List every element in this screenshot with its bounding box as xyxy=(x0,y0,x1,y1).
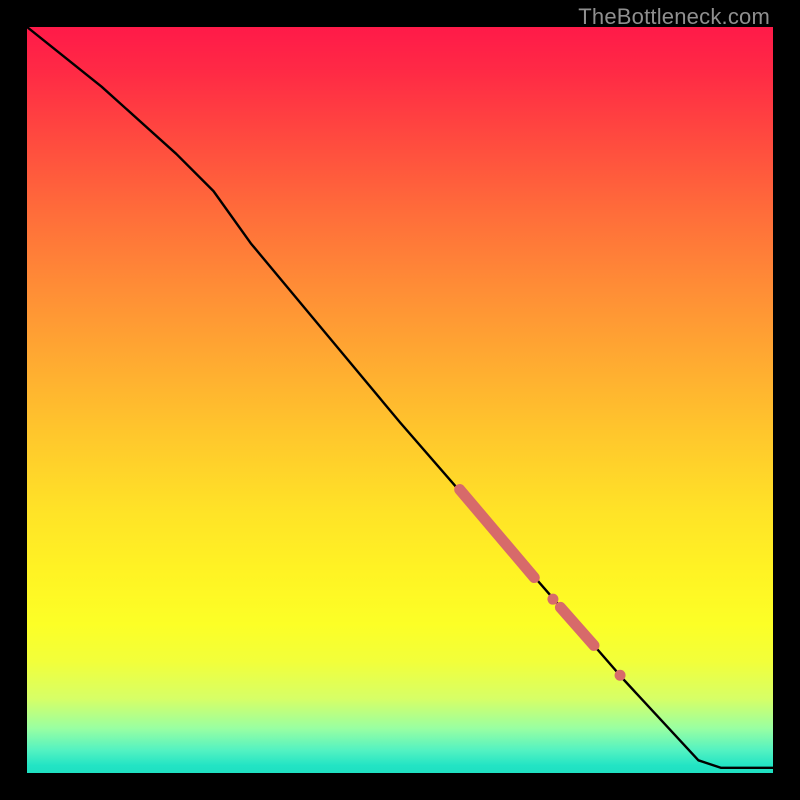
thick-segment-2 xyxy=(560,607,594,645)
curve-line xyxy=(27,27,773,768)
chart-stage: TheBottleneck.com xyxy=(0,0,800,800)
dot-2 xyxy=(615,670,626,681)
plot-area xyxy=(27,27,773,773)
plot-svg xyxy=(27,27,773,773)
dot-1 xyxy=(547,594,558,605)
thick-segment-1 xyxy=(460,490,535,578)
watermark-text: TheBottleneck.com xyxy=(578,4,770,30)
